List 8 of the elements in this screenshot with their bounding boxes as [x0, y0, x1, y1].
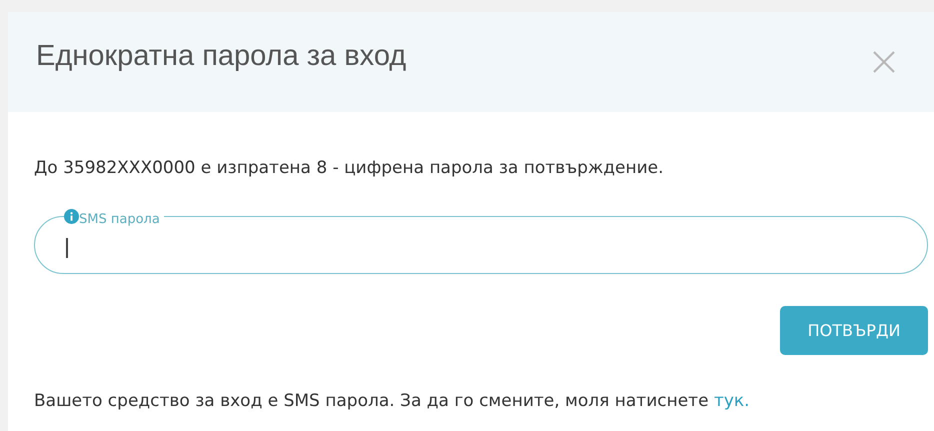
field-label: SMS парола	[79, 212, 160, 227]
here-link[interactable]: тук.	[714, 391, 750, 411]
footer-text: Вашето средство за вход е SMS парола. За да го смените, моля натиснете тук.	[34, 391, 751, 411]
text-cursor	[66, 238, 68, 258]
dialog-title: Еднократна парола за вход	[36, 40, 406, 72]
close-icon[interactable]	[872, 50, 896, 74]
message-text: До 35982XXX0000 е изпратена 8 - цифрена парола за потвърждение.	[34, 158, 665, 178]
confirm-button[interactable]: ПОТВЪРДИ	[780, 306, 928, 355]
